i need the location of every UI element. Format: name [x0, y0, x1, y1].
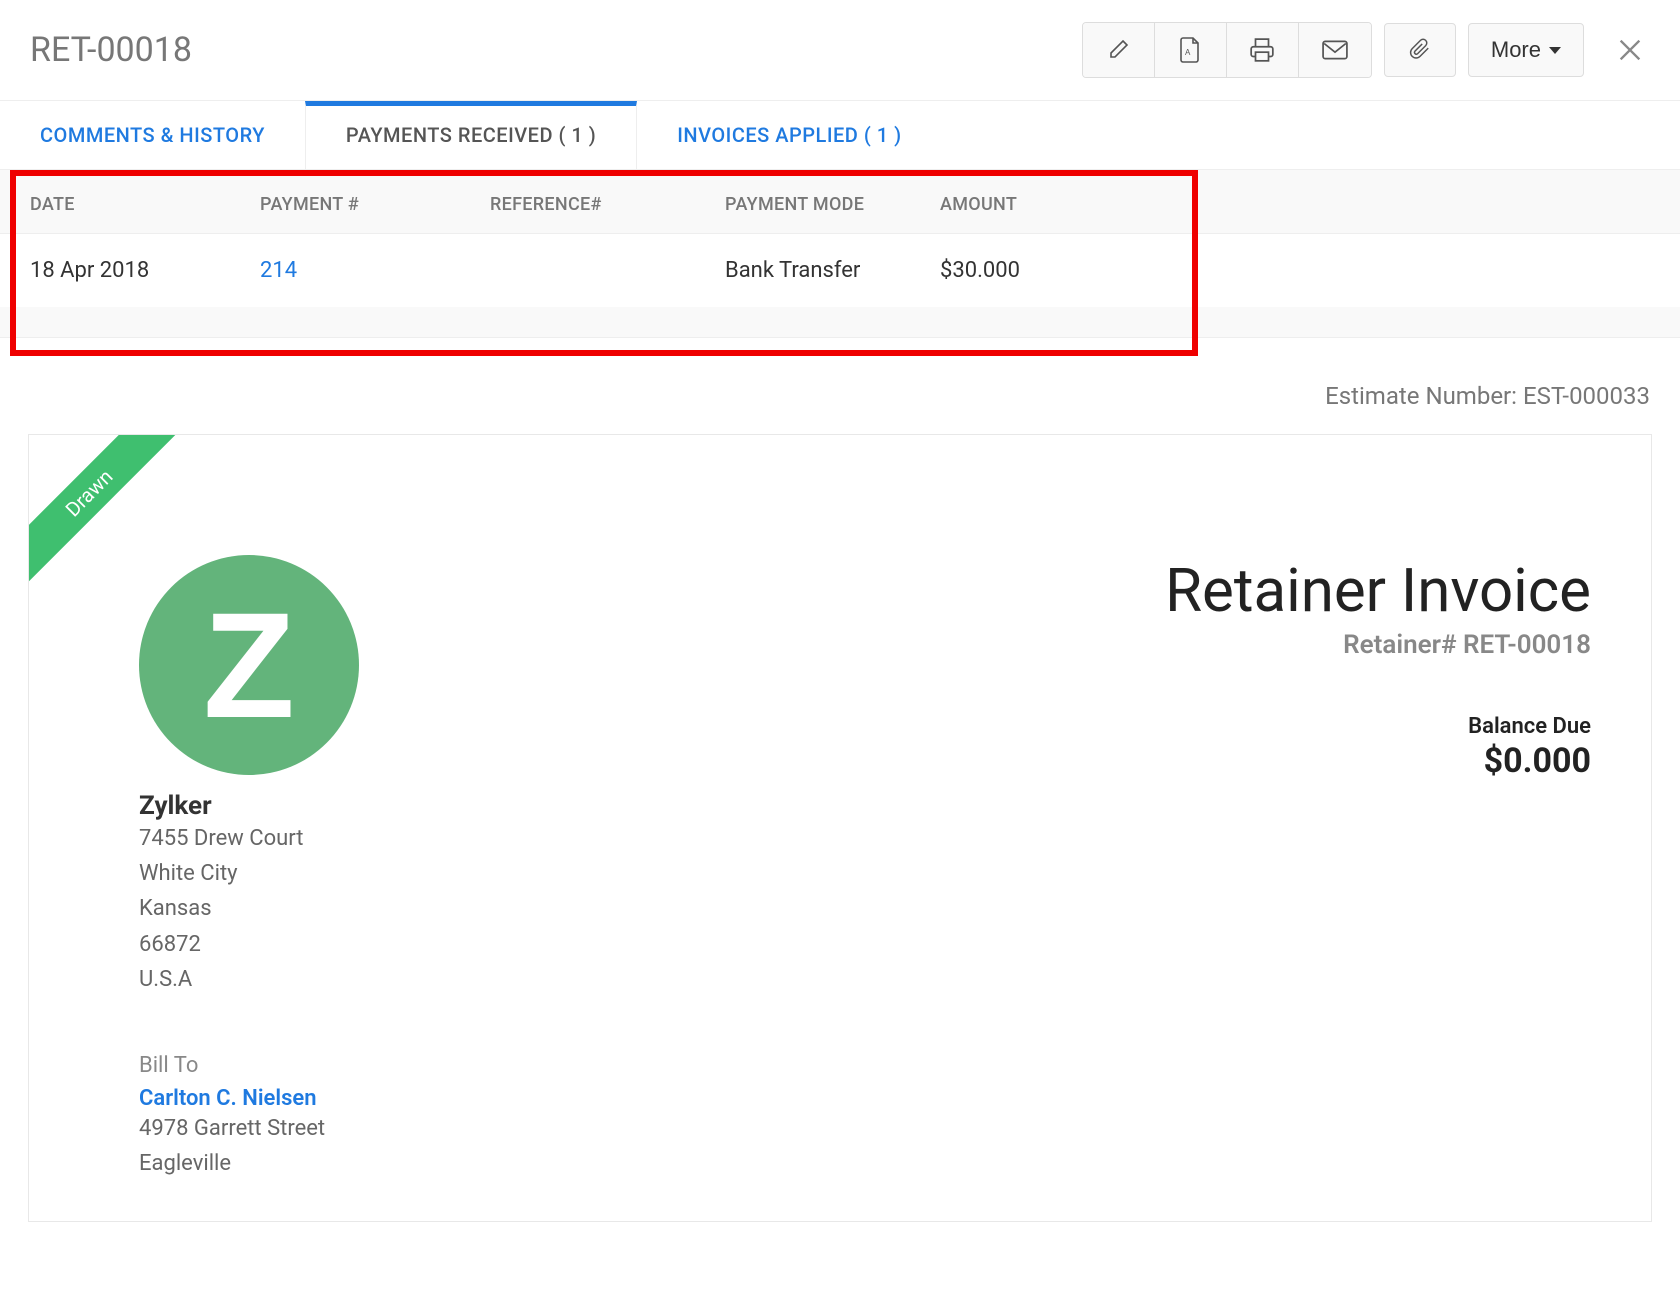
tab-payments-received[interactable]: PAYMENTS RECEIVED ( 1 ) — [305, 101, 637, 169]
col-header-reference: REFERENCE# — [490, 194, 725, 215]
company-addr4: 66872 — [139, 927, 359, 962]
bill-to-label: Bill To — [139, 1053, 359, 1078]
svg-text:A: A — [1185, 48, 1191, 57]
page-title: RET-00018 — [30, 30, 192, 70]
bill-to-name[interactable]: Carlton C. Nielsen — [139, 1086, 359, 1111]
cell-payment-link[interactable]: 214 — [260, 258, 490, 283]
tabs: COMMENTS & HISTORY PAYMENTS RECEIVED ( 1… — [0, 100, 1680, 170]
company-name: Zylker — [139, 791, 359, 821]
more-label: More — [1491, 37, 1541, 63]
action-button-group: A — [1082, 22, 1372, 78]
header-actions: A More — [1082, 22, 1650, 78]
logo-letter: Z — [203, 579, 295, 752]
invoice-card: Drawn Z Zylker 7455 Drew Court White Cit… — [28, 434, 1652, 1222]
print-icon — [1249, 37, 1275, 63]
email-icon — [1322, 40, 1348, 60]
close-icon — [1616, 36, 1644, 64]
print-button[interactable] — [1227, 23, 1299, 77]
email-button[interactable] — [1299, 23, 1371, 77]
caret-down-icon — [1549, 47, 1561, 54]
bill-to-addr2: Eagleville — [139, 1146, 359, 1181]
company-addr3: Kansas — [139, 891, 359, 926]
invoice-summary: Retainer Invoice Retainer# RET-00018 Bal… — [1165, 555, 1591, 1181]
pencil-icon — [1106, 38, 1130, 62]
cell-mode: Bank Transfer — [725, 258, 940, 283]
tab-invoices-applied[interactable]: INVOICES APPLIED ( 1 ) — [637, 101, 941, 169]
edit-button[interactable] — [1083, 23, 1155, 77]
company-addr5: U.S.A — [139, 962, 359, 997]
table-row: 18 Apr 2018 214 Bank Transfer $30.000 — [0, 234, 1680, 307]
status-ribbon: Drawn — [29, 435, 189, 595]
paperclip-icon — [1409, 37, 1431, 63]
cell-date: 18 Apr 2018 — [30, 258, 260, 283]
table-header: DATE PAYMENT # REFERENCE# PAYMENT MODE A… — [0, 170, 1680, 234]
cell-amount: $30.000 — [940, 258, 1160, 283]
cell-reference — [490, 258, 725, 283]
pdf-button[interactable]: A — [1155, 23, 1227, 77]
invoice-title: Retainer Invoice — [1165, 555, 1591, 626]
attach-button[interactable] — [1384, 23, 1456, 77]
estimate-number: Estimate Number: EST-000033 — [0, 338, 1680, 434]
col-header-date: DATE — [30, 194, 260, 215]
col-header-payment: PAYMENT # — [260, 194, 490, 215]
company-block: Z Zylker 7455 Drew Court White City Kans… — [139, 555, 359, 1181]
payments-table-container: DATE PAYMENT # REFERENCE# PAYMENT MODE A… — [0, 170, 1680, 338]
balance-due-label: Balance Due — [1165, 714, 1591, 739]
pdf-icon: A — [1179, 37, 1201, 63]
ribbon-label: Drawn — [29, 435, 188, 592]
tab-comments-history[interactable]: COMMENTS & HISTORY — [0, 101, 305, 169]
bill-to-addr1: 4978 Garrett Street — [139, 1111, 359, 1146]
col-header-amount: AMOUNT — [940, 194, 1160, 215]
retainer-number: Retainer# RET-00018 — [1165, 630, 1591, 660]
company-addr1: 7455 Drew Court — [139, 821, 359, 856]
balance-due-amount: $0.000 — [1165, 741, 1591, 781]
close-button[interactable] — [1610, 30, 1650, 70]
col-header-mode: PAYMENT MODE — [725, 194, 940, 215]
more-button[interactable]: More — [1468, 23, 1584, 77]
company-addr2: White City — [139, 856, 359, 891]
